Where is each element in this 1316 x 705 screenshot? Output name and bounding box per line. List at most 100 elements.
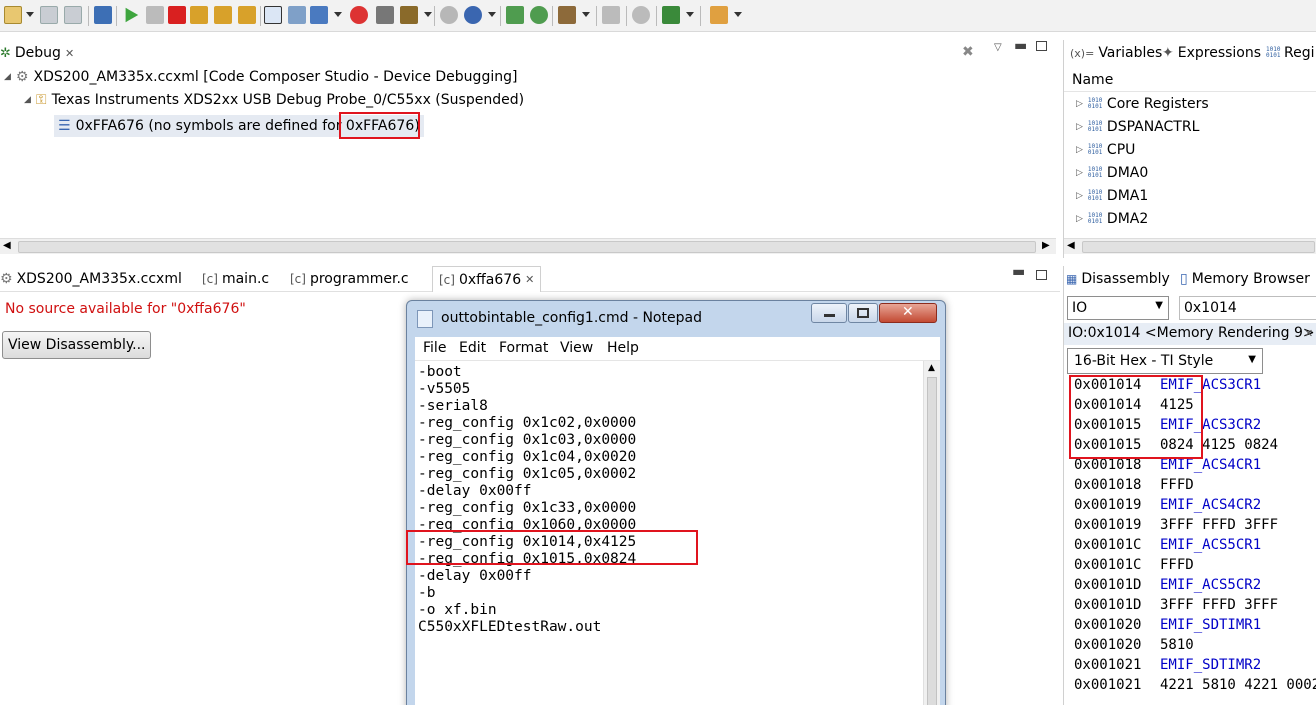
search-icon[interactable] <box>632 6 650 24</box>
minimize-icon[interactable]: ▬ <box>1014 38 1027 54</box>
step-return-icon[interactable] <box>238 6 256 24</box>
save-all-icon[interactable] <box>64 6 82 24</box>
memory-row[interactable]: 0x001015 EMIF_ACS3CR2 <box>1074 417 1261 433</box>
resume-icon[interactable] <box>125 7 139 23</box>
restart-icon[interactable] <box>376 6 394 24</box>
memory-row[interactable]: 0x001020 EMIF_SDTIMR1 <box>1074 617 1261 633</box>
scroll-up-icon[interactable]: ▲ <box>928 363 935 373</box>
tab-memory-browser[interactable]: ▯ Memory Browser <box>1180 266 1310 292</box>
memory-row[interactable]: 0x001014 4125 <box>1074 397 1194 413</box>
memory-row[interactable]: 0x001019 EMIF_ACS4CR2 <box>1074 497 1261 513</box>
memory-row[interactable]: 0x00101D EMIF_ACS5CR2 <box>1074 577 1261 593</box>
expanded-arrow-icon[interactable]: ◢ <box>24 95 31 105</box>
memory-row[interactable]: 0x00101D 3FFF FFFD 3FFF <box>1074 597 1278 613</box>
register-group-row[interactable]: ▷ 1010 0101 DMA1 <box>1076 188 1148 204</box>
close-icon[interactable]: ✕ <box>1304 327 1313 340</box>
save-icon[interactable] <box>40 6 58 24</box>
tab-disassembly[interactable]: ▦ Disassembly <box>1066 266 1170 292</box>
scroll-thumb[interactable] <box>927 377 937 705</box>
maximize-icon[interactable] <box>1036 41 1047 51</box>
memory-row[interactable]: 0x001019 3FFF FFFD 3FFF <box>1074 517 1278 533</box>
close-icon[interactable]: ✕ <box>525 273 534 286</box>
step-filter-icon[interactable] <box>288 6 306 24</box>
view-disassembly-button[interactable]: View Disassembly... <box>2 331 152 359</box>
remove-all-terminated-icon[interactable]: ✖ <box>962 44 974 60</box>
build-icon[interactable] <box>558 6 576 24</box>
memory-row[interactable]: 0x001020 5810 <box>1074 637 1194 653</box>
minimize-button[interactable] <box>811 303 847 323</box>
tree-row-stack-frame[interactable]: ☰ 0xFFA676 (no symbols are defined for 0… <box>54 115 424 137</box>
register-group-row[interactable]: ▷ 1010 0101 Core Registers <box>1076 96 1209 112</box>
memory-space-select[interactable]: IO ▼ <box>1067 296 1169 320</box>
scroll-left-icon[interactable]: ◀ <box>1067 240 1075 251</box>
memory-row[interactable]: 0x001018 FFFD <box>1074 477 1194 493</box>
menu-view[interactable]: View <box>560 340 593 356</box>
tree-row-target-config[interactable]: ◢ ⚙ XDS200_AM335x.ccxml [Code Composer S… <box>4 69 517 85</box>
connect-icon[interactable] <box>464 6 482 24</box>
registers-horizontal-scrollbar[interactable]: ◀ <box>1064 238 1316 254</box>
menu-format[interactable]: Format <box>499 340 548 356</box>
open-task-icon[interactable] <box>602 6 620 24</box>
memory-row[interactable]: 0x001014 EMIF_ACS3CR1 <box>1074 377 1261 393</box>
load-dropdown-icon[interactable] <box>334 12 342 17</box>
debug-dropdown-icon[interactable] <box>686 12 694 17</box>
debug-horizontal-scrollbar[interactable]: ◀ ▶ <box>0 238 1056 254</box>
instruction-step-icon[interactable] <box>264 6 282 24</box>
debug-view-icon[interactable] <box>94 6 112 24</box>
notepad-titlebar[interactable]: outtobintable_config1.cmd - Notepad ✕ <box>407 301 945 335</box>
external-tools-icon[interactable] <box>710 6 728 24</box>
remove-breakpoints-icon[interactable] <box>350 6 368 24</box>
notepad-vertical-scrollbar[interactable]: ▲ <box>923 361 940 705</box>
memory-row[interactable]: 0x00101C FFFD <box>1074 557 1194 573</box>
step-into-icon[interactable] <box>190 6 208 24</box>
expanded-arrow-icon[interactable]: ◢ <box>4 72 11 82</box>
tab-0xffa676[interactable]: [c] 0xffa676 ✕ <box>432 266 542 292</box>
scroll-left-icon[interactable]: ◀ <box>3 240 11 251</box>
memory-row[interactable]: 0x001021 EMIF_SDTIMR2 <box>1074 657 1261 673</box>
maximize-icon[interactable] <box>1036 270 1047 280</box>
register-group-row[interactable]: ▷ 1010 0101 CPU <box>1076 142 1135 158</box>
register-group-row[interactable]: ▷ 1010 0101 DMA0 <box>1076 165 1148 181</box>
memory-row[interactable]: 0x001018 EMIF_ACS4CR1 <box>1074 457 1261 473</box>
scroll-right-icon[interactable]: ▶ <box>1042 240 1050 251</box>
notepad-text-area[interactable]: -boot -v5505 -serial8 -reg_config 0x1c02,0x… <box>415 361 923 705</box>
memory-row[interactable]: 0x00101C EMIF_ACS5CR1 <box>1074 537 1261 553</box>
tab-ccxml[interactable]: ⚙ XDS200_AM335x.ccxml <box>0 266 182 292</box>
address-input[interactable]: 0x1014 <box>1179 296 1316 320</box>
debug-icon[interactable] <box>662 6 680 24</box>
close-button[interactable]: ✕ <box>879 303 937 323</box>
register-group-row[interactable]: ▷ 1010 0101 DSPANACTRL <box>1076 119 1199 135</box>
memory-row[interactable]: 0x001021 4221 5810 4221 0002 <box>1074 677 1316 693</box>
close-icon[interactable]: ✕ <box>65 47 74 60</box>
tree-row-probe[interactable]: ◢ ⚿ Texas Instruments XDS2xx USB Debug P… <box>24 92 524 108</box>
build-dropdown-icon[interactable] <box>582 12 590 17</box>
run-to-line-icon[interactable] <box>506 6 524 24</box>
tools-dropdown-icon[interactable] <box>424 12 432 17</box>
new-dropdown-icon[interactable] <box>26 12 34 17</box>
scroll-thumb[interactable] <box>1082 241 1315 253</box>
refresh-icon[interactable] <box>530 6 548 24</box>
menu-file[interactable]: File <box>423 340 446 356</box>
chevron-down-icon[interactable]: ▼ <box>1155 300 1163 311</box>
terminate-icon[interactable] <box>168 6 186 24</box>
tab-main-c[interactable]: [c] main.c <box>202 266 269 292</box>
tab-registers[interactable]: 1010 0101 Regi <box>1266 40 1315 66</box>
external-tools-dropdown-icon[interactable] <box>734 12 742 17</box>
step-over-icon[interactable] <box>214 6 232 24</box>
scroll-thumb[interactable] <box>18 241 1036 253</box>
tools-icon[interactable] <box>400 6 418 24</box>
view-menu-icon[interactable]: ▽ <box>994 42 1002 53</box>
rendering-tab[interactable]: IO:0x1014 <Memory Rendering 9> ✕ <box>1064 323 1316 345</box>
tab-programmer-c[interactable]: [c] programmer.c <box>290 266 409 292</box>
tab-debug[interactable]: ✲ Debug ✕ <box>0 40 74 66</box>
menu-edit[interactable]: Edit <box>459 340 486 356</box>
reset-icon[interactable] <box>440 6 458 24</box>
tab-variables[interactable]: (x)= Variables <box>1070 40 1162 66</box>
menu-help[interactable]: Help <box>607 340 639 356</box>
format-select[interactable]: 16-Bit Hex - TI Style ▼ <box>1067 348 1263 374</box>
new-icon[interactable] <box>4 6 22 24</box>
minimize-icon[interactable]: ▬ <box>1012 264 1025 280</box>
connect-dropdown-icon[interactable] <box>488 12 496 17</box>
register-group-row[interactable]: ▷ 1010 0101 DMA2 <box>1076 211 1148 227</box>
column-header[interactable]: Name <box>1064 68 1316 92</box>
